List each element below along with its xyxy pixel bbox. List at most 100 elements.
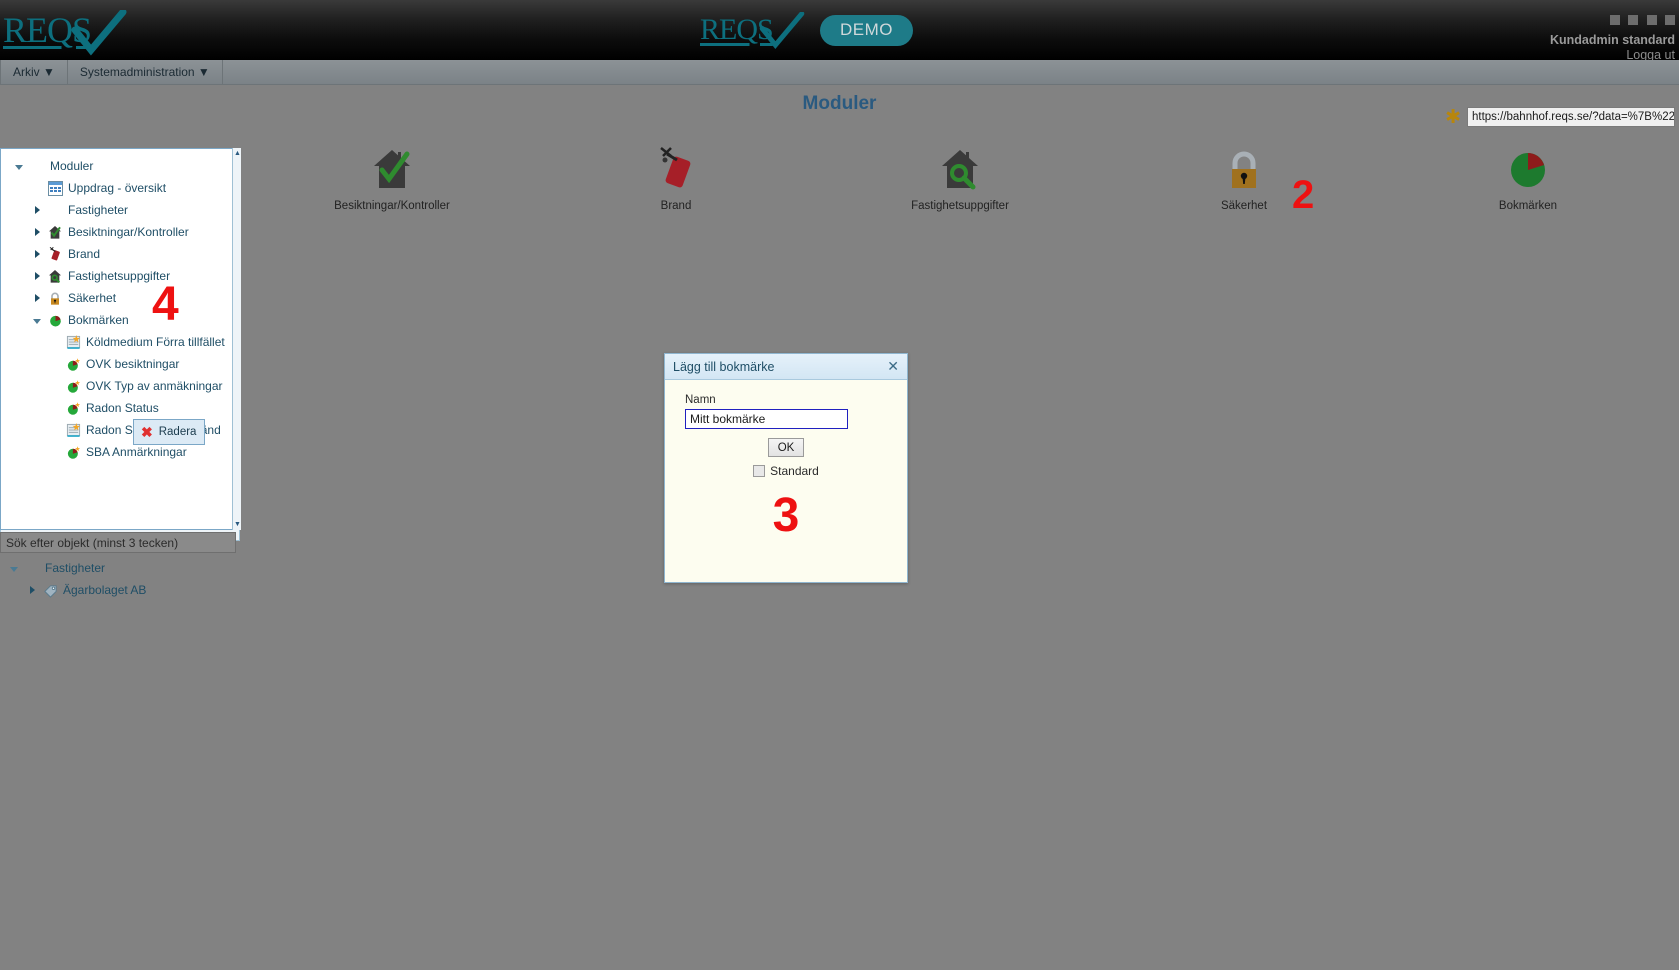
tree-node-label: OVK Typ av anmäkningar: [86, 379, 223, 393]
chevron-right-icon[interactable]: [29, 272, 45, 280]
user-name-label: Kundadmin standard: [1549, 33, 1675, 47]
checkmark-icon: [71, 10, 127, 56]
name-input[interactable]: [685, 409, 848, 429]
page-title: Moduler: [802, 93, 877, 114]
object-node-item[interactable]: Fastigheter: [0, 557, 240, 579]
menu-bar: Arkiv ▼ Systemadministration ▼: [0, 60, 1679, 85]
context-menu-radera[interactable]: ✖ Radera: [133, 419, 205, 445]
tree-node-label: Radon Status: [86, 401, 159, 415]
window-dot[interactable]: [1646, 15, 1657, 25]
chevron-down-icon[interactable]: [11, 163, 27, 170]
tree-node-item[interactable]: Fastigheter: [5, 199, 235, 221]
top-brand-bar: REQS REQS DEMO Kundadmin standard Logga …: [0, 0, 1679, 60]
house-check-icon: [302, 140, 482, 192]
scroll-up-arrow[interactable]: ▲: [233, 150, 242, 157]
object-node-item[interactable]: Ägarbolaget AB: [0, 579, 240, 601]
search-input[interactable]: Sök efter objekt (minst 3 tecken): [0, 532, 236, 553]
dialog-title: Lägg till bokmärke: [673, 359, 775, 374]
ok-button[interactable]: OK: [768, 438, 804, 457]
scroll-down-arrow[interactable]: ▼: [233, 521, 242, 528]
chevron-down-icon[interactable]: [29, 317, 45, 324]
module-besiktningar-kontroller[interactable]: Besiktningar/Kontroller: [302, 140, 482, 212]
app-logo-center: REQS DEMO: [700, 10, 913, 50]
module-sakerhet[interactable]: Säkerhet: [1154, 140, 1334, 212]
window-dot[interactable]: [1628, 15, 1639, 25]
tag-icon: [40, 583, 60, 598]
window-dot[interactable]: [1609, 15, 1620, 25]
module-bokmarken[interactable]: Bokmärken: [1438, 140, 1618, 212]
name-field-label: Namn: [685, 394, 716, 406]
tree-node-item[interactable]: Fastighetsuppgifter: [5, 265, 235, 287]
context-menu-label: Radera: [158, 426, 197, 438]
standard-checkbox-row: Standard: [685, 464, 887, 478]
pie-star-icon: [63, 401, 83, 416]
tree-node-item[interactable]: OVK Typ av anmäkningar: [5, 375, 235, 397]
object-node-label: Fastigheter: [45, 561, 106, 575]
star-icon[interactable]: ✱: [1445, 108, 1461, 127]
tree-node-label: Fastigheter: [68, 203, 129, 217]
pie-star-icon: [63, 379, 83, 394]
chevron-right-icon[interactable]: [29, 250, 45, 258]
close-icon[interactable]: ✕: [887, 358, 899, 375]
chevron-right-icon[interactable]: [24, 586, 40, 594]
chevron-down-icon[interactable]: [6, 565, 22, 572]
tree-node-label: OVK besiktningar: [86, 357, 180, 371]
standard-checkbox[interactable]: [753, 465, 766, 477]
tree-node-label: Brand: [68, 247, 101, 261]
tree-node-label: SBA Anmärkningar: [86, 445, 187, 459]
url-input[interactable]: https://bahnhof.reqs.se/?data=%7B%22m: [1467, 107, 1675, 127]
tree-node-label: Säkerhet: [68, 291, 117, 305]
user-area: Kundadmin standard Logga ut: [1550, 12, 1675, 60]
standard-label: Standard: [770, 464, 819, 478]
chevron-right-icon[interactable]: [29, 228, 45, 236]
module-label: Bokmärken: [1498, 200, 1558, 212]
module-brand[interactable]: Brand: [586, 140, 766, 212]
annotation-3: 3: [772, 489, 800, 542]
house-check-icon: [45, 224, 65, 240]
tree-node-item[interactable]: Radon Status: [5, 397, 235, 419]
window-controls[interactable]: [1550, 12, 1675, 30]
dialog-body: Namn OK Standard 3: [665, 380, 907, 543]
tree-node-item[interactable]: Bokmärken: [5, 309, 235, 331]
menu-item-arkiv[interactable]: Arkiv ▼: [0, 60, 68, 84]
fire-extinguisher-icon: [45, 246, 65, 262]
menu-item-systemadministration[interactable]: Systemadministration ▼: [68, 60, 223, 84]
dialog-titlebar: Lägg till bokmärke ✕: [665, 354, 907, 380]
red-x-icon: ✖: [141, 423, 153, 440]
fire-extinguisher-icon: [586, 140, 766, 192]
house-magnifier-icon: [870, 140, 1050, 192]
tree-node-item[interactable]: OVK besiktningar: [5, 353, 235, 375]
pie-chart-icon: [45, 313, 65, 328]
pie-star-icon: [63, 445, 83, 460]
padlock-icon: [1154, 140, 1334, 192]
chevron-right-icon[interactable]: [29, 294, 45, 302]
url-widget: ✱ https://bahnhof.reqs.se/?data=%7B%22m: [1445, 107, 1675, 127]
padlock-icon: [45, 290, 65, 306]
report-icon: [63, 422, 83, 438]
tree-node-item[interactable]: Moduler: [5, 155, 235, 177]
object-tree: Fastigheter Ägarbolaget AB: [0, 557, 240, 601]
module-fastighetsuppgifter[interactable]: Fastighetsuppgifter: [870, 140, 1050, 212]
tree-node-item[interactable]: Uppdrag - översikt: [5, 177, 235, 199]
pie-star-icon: [63, 357, 83, 372]
tree-node-item[interactable]: Köldmedium Förra tillfället: [5, 331, 235, 353]
object-node-label: Ägarbolaget AB: [63, 583, 147, 597]
tree-node-item[interactable]: Säkerhet: [5, 287, 235, 309]
chevron-right-icon[interactable]: [29, 206, 45, 214]
pie-chart-icon: [1438, 140, 1618, 192]
module-label: Fastighetsuppgifter: [911, 200, 1009, 212]
checkmark-icon-center: [759, 12, 805, 49]
house-magnifier-icon: [45, 268, 65, 284]
module-label: Besiktningar/Kontroller: [334, 200, 450, 212]
app-logo-left[interactable]: REQS: [3, 10, 127, 56]
tree-node-item[interactable]: Besiktningar/Kontroller: [5, 221, 235, 243]
logout-link[interactable]: Logga ut: [1550, 48, 1675, 60]
module-label: Säkerhet: [1220, 200, 1268, 212]
add-bookmark-dialog: Lägg till bokmärke ✕ Namn OK Standard 3: [664, 353, 908, 583]
module-label: Brand: [660, 200, 692, 212]
main-content: Moduler 2 ✱ https://bahnhof.reqs.se/?dat…: [0, 85, 1679, 970]
window-dot[interactable]: [1665, 15, 1675, 25]
tree-vertical-scrollbar[interactable]: ▲ ▼: [232, 148, 241, 530]
module-grid: Besiktningar/Kontroller Brand Fastighets…: [250, 140, 1670, 250]
tree-node-item[interactable]: Brand: [5, 243, 235, 265]
